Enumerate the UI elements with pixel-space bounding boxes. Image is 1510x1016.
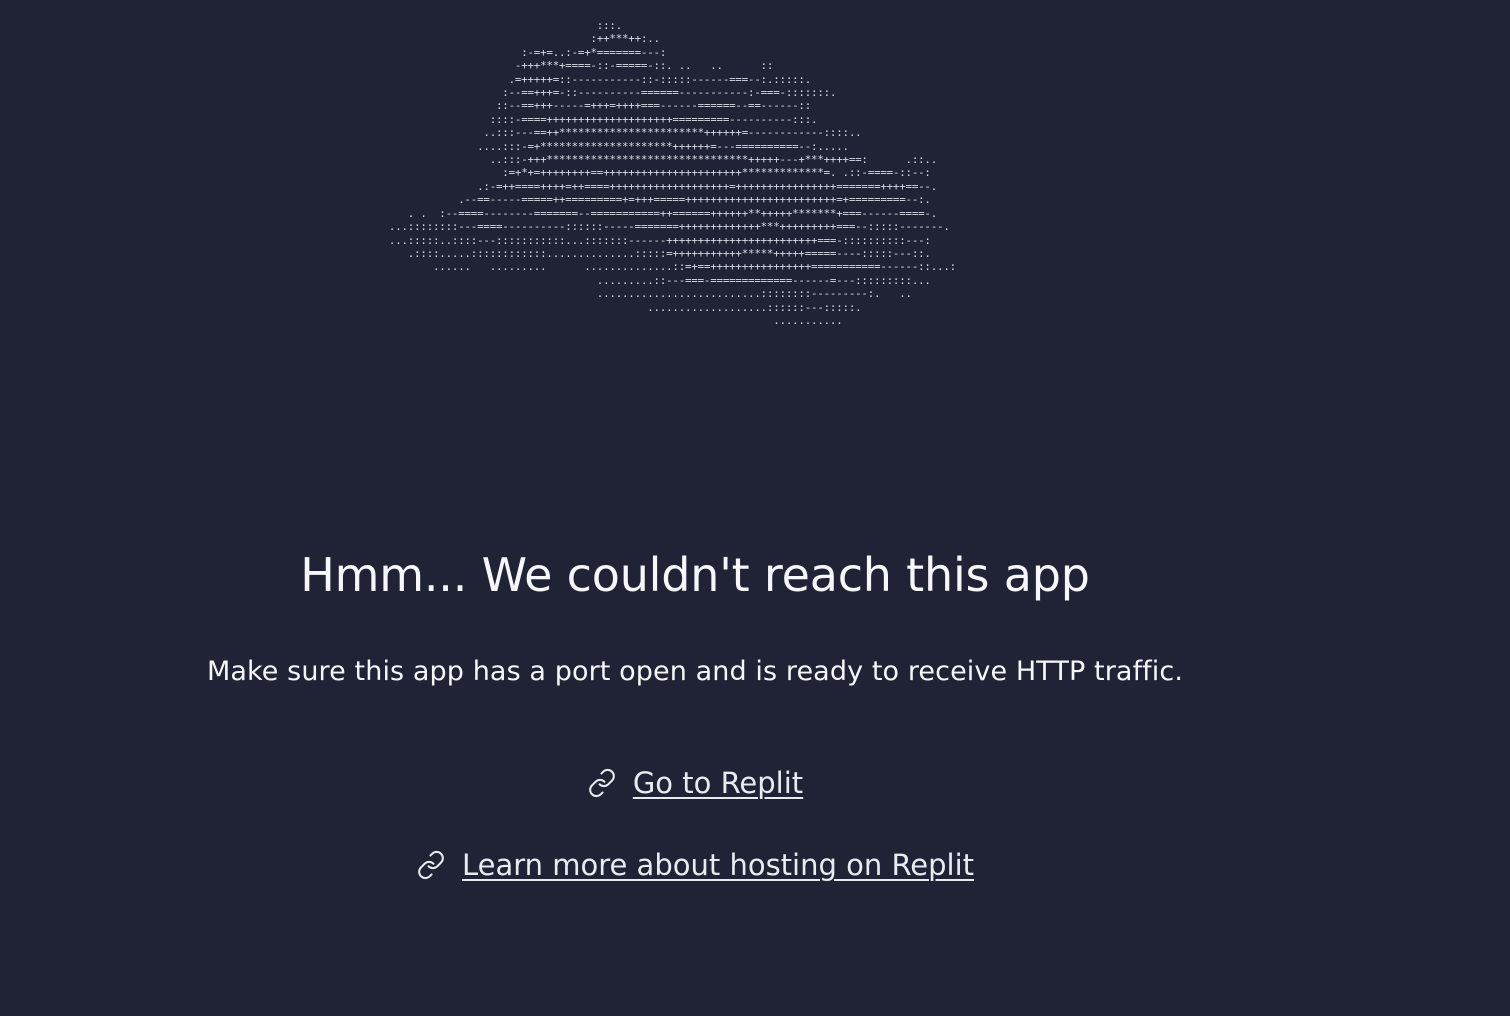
learn-more-hosting-label: Learn more about hosting on Replit [461,848,975,882]
help-links: Go to Replit Learn more about hosting on… [0,742,1390,906]
error-page: :::. :++***++:.. :-=+=..:-=+*=======---:… [0,0,1510,1016]
go-to-replit-label: Go to Replit [632,766,804,800]
learn-more-row: Learn more about hosting on Replit [0,824,1390,906]
ascii-cloud-art: :::. :++***++:.. :-=+=..:-=+*=======---:… [388,19,956,327]
go-to-replit-row: Go to Replit [0,742,1390,824]
link-icon [587,768,617,798]
error-description: Make sure this app has a port open and i… [206,656,1184,687]
error-content: Hmm... We couldn't reach this app Make s… [0,540,1390,906]
go-to-replit-link[interactable]: Go to Replit [587,763,803,803]
error-headline: Hmm... We couldn't reach this app [300,548,1090,602]
learn-more-hosting-link[interactable]: Learn more about hosting on Replit [416,845,974,885]
link-icon [416,850,446,880]
